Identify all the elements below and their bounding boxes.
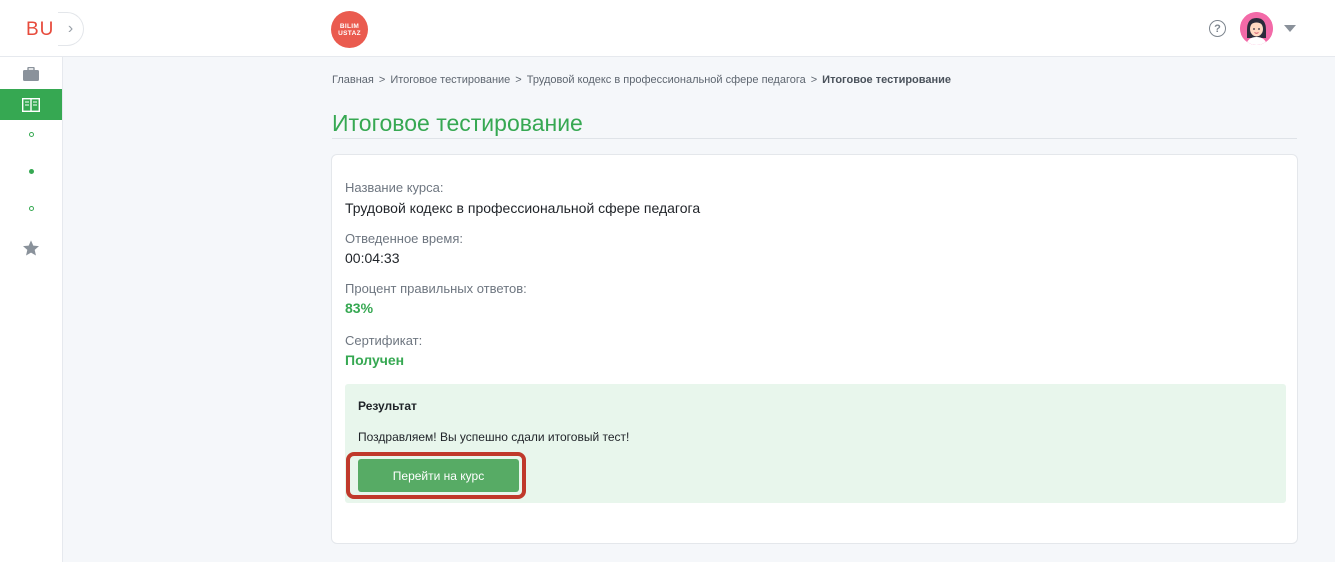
breadcrumb-separator: > <box>378 74 386 86</box>
result-title: Результат <box>358 399 417 413</box>
logo-line-1: BILIM <box>339 22 360 30</box>
title-divider <box>332 138 1297 139</box>
logo-line-2: USTAZ <box>338 29 361 37</box>
sidebar <box>0 57 63 562</box>
page-title: Итоговое тестирование <box>332 110 583 136</box>
course-name-label: Название курса: <box>345 180 444 195</box>
percent-value: 83% <box>345 300 374 316</box>
go-to-course-button[interactable]: Перейти на курс <box>358 459 519 492</box>
percent-label: Процент правильных ответов: <box>345 281 527 296</box>
certificate-label: Сертификат: <box>345 333 423 348</box>
sidebar-toggle-button[interactable]: › <box>58 12 84 46</box>
result-message: Поздравляем! Вы успешно сдали итоговый т… <box>358 430 630 444</box>
breadcrumb: Главная > Итоговое тестирование > Трудовой к… <box>332 74 951 86</box>
bilim-ustaz-logo[interactable]: BILIM USTAZ <box>331 11 368 48</box>
account-dropdown-caret-icon[interactable] <box>1284 25 1296 32</box>
help-icon[interactable]: ? <box>1209 20 1226 37</box>
sidebar-subitem-3[interactable] <box>0 201 62 215</box>
test-result-card: Название курса: Трудовой кодекс в профес… <box>331 154 1298 544</box>
star-icon <box>23 239 39 256</box>
result-box: Результат Поздравляем! Вы успешно сдали … <box>345 384 1286 503</box>
time-label: Отведенное время: <box>345 231 463 246</box>
breadcrumb-item-final-test[interactable]: Итоговое тестирование <box>390 74 510 86</box>
avatar-face-icon <box>1240 12 1273 45</box>
brand-short-logo[interactable]: BU <box>26 19 54 41</box>
chevron-right-icon: › <box>67 20 74 37</box>
breadcrumb-separator: > <box>515 74 522 86</box>
sidebar-subitem-2[interactable] <box>0 164 62 178</box>
dot-icon <box>28 131 34 137</box>
top-bar: BU › BILIM USTAZ ? <box>0 0 1335 57</box>
briefcase-icon <box>23 67 39 81</box>
avatar[interactable] <box>1240 12 1273 45</box>
help-glyph: ? <box>1214 22 1221 35</box>
sidebar-item-favorites[interactable] <box>0 237 62 259</box>
sidebar-item-courses[interactable] <box>0 89 62 120</box>
dot-icon <box>28 205 34 211</box>
certificate-value: Получен <box>345 352 405 368</box>
dot-icon <box>28 168 34 174</box>
breadcrumb-item-course[interactable]: Трудовой кодекс в профессиональной сфере… <box>527 74 806 86</box>
time-value: 00:04:33 <box>345 250 400 266</box>
breadcrumb-current: Итоговое тестирование <box>822 74 952 86</box>
book-icon <box>22 97 40 112</box>
breadcrumb-separator: > <box>810 74 818 86</box>
sidebar-subitem-1[interactable] <box>0 127 62 141</box>
breadcrumb-item-home[interactable]: Главная <box>332 74 374 86</box>
sidebar-item-briefcase[interactable] <box>0 63 62 85</box>
course-name-value: Трудовой кодекс в профессиональной сфере… <box>345 200 701 216</box>
